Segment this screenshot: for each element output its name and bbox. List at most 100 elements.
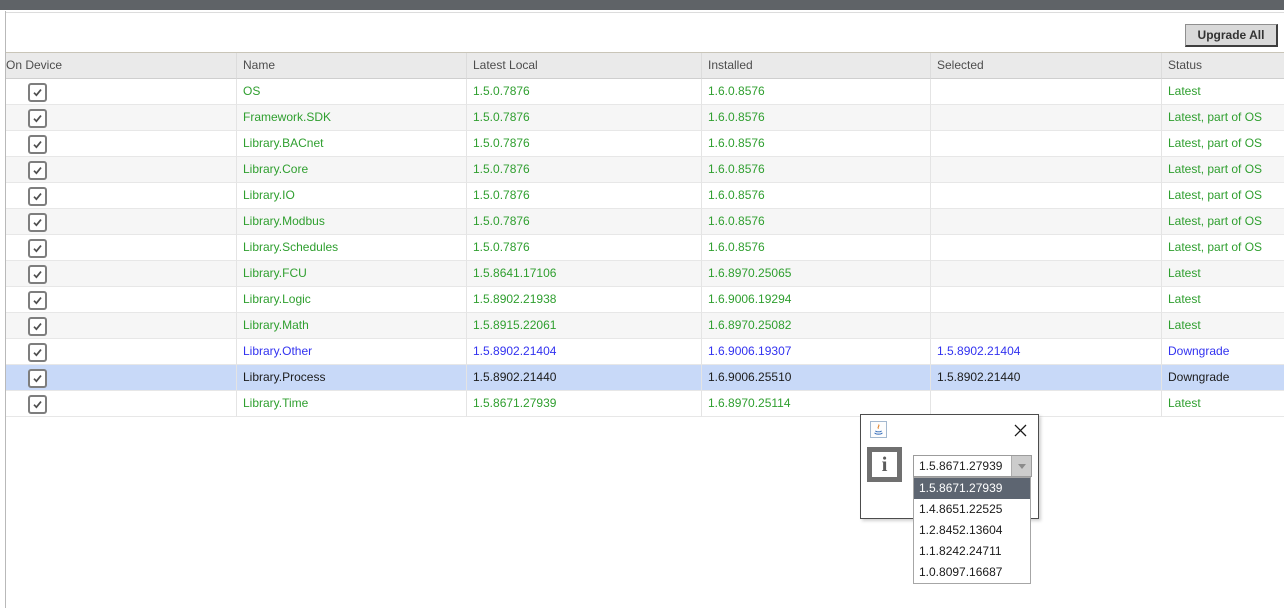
version-option[interactable]: 1.0.8097.16687: [914, 562, 1030, 583]
on-device-checkbox[interactable]: [28, 291, 47, 310]
cell-latest-local: 1.5.8915.22061: [467, 313, 702, 339]
table-row-library-fcu[interactable]: Library.FCU1.5.8641.171061.6.8970.25065L…: [6, 261, 1284, 287]
column-header-latest-local: Latest Local: [467, 53, 702, 79]
cell-name: Library.FCU: [237, 261, 467, 287]
cell-status: Latest, part of OS: [1162, 183, 1284, 209]
on-device-cell: [6, 391, 237, 417]
cell-selected: [931, 79, 1162, 105]
on-device-checkbox[interactable]: [28, 317, 47, 336]
table-body: OS1.5.0.78761.6.0.8576LatestFramework.SD…: [6, 79, 1284, 417]
cell-name: Library.BACnet: [237, 131, 467, 157]
cell-name: OS: [237, 79, 467, 105]
table-row-library-bacnet[interactable]: Library.BACnet1.5.0.78761.6.0.8576Latest…: [6, 131, 1284, 157]
table-row-library-modbus[interactable]: Library.Modbus1.5.0.78761.6.0.8576 Latest…: [6, 209, 1284, 235]
cell-selected: [931, 183, 1162, 209]
on-device-checkbox[interactable]: [28, 213, 47, 232]
cell-selected: [931, 261, 1162, 287]
table-row-library-time[interactable]: Library.Time1.5.8671.279391.6.8970.25114…: [6, 391, 1284, 417]
table-row-library-core[interactable]: Library.Core1.5.0.78761.6.0.8576Latest, …: [6, 157, 1284, 183]
cell-selected: [931, 157, 1162, 183]
on-device-cell: [6, 131, 237, 157]
version-dropdown-list: 1.5.8671.279391.4.8651.225251.2.8452.136…: [913, 477, 1031, 584]
on-device-checkbox[interactable]: [28, 265, 47, 284]
table-row-library-math[interactable]: Library.Math1.5.8915.220611.6.8970.25082…: [6, 313, 1284, 339]
on-device-checkbox[interactable]: [28, 187, 47, 206]
cell-latest-local: 1.5.0.7876: [467, 105, 702, 131]
on-device-cell: [6, 235, 237, 261]
on-device-cell: [6, 287, 237, 313]
cell-status: Latest: [1162, 313, 1284, 339]
table-row-os[interactable]: OS1.5.0.78761.6.0.8576Latest: [6, 79, 1284, 105]
cell-latest-local: 1.5.0.7876: [467, 235, 702, 261]
version-combobox[interactable]: 1.5.8671.27939: [913, 455, 1032, 477]
cell-name: Library.Other: [237, 339, 467, 365]
cell-latest-local: 1.5.0.7876: [467, 183, 702, 209]
version-option[interactable]: 1.1.8242.24711: [914, 541, 1030, 562]
cell-installed: 1.6.0.8576: [702, 131, 931, 157]
cell-status: Downgrade: [1162, 365, 1284, 391]
on-device-checkbox[interactable]: [28, 343, 47, 362]
cell-installed: 1.6.9006.25510: [702, 365, 931, 391]
cell-status: Latest, part of OS: [1162, 209, 1284, 235]
cell-name: Library.Schedules: [237, 235, 467, 261]
on-device-checkbox[interactable]: [28, 135, 47, 154]
table-row-framework-sdk[interactable]: Framework.SDK1.5.0.78761.6.0.8576 Latest,…: [6, 105, 1284, 131]
cell-name: Library.Time: [237, 391, 467, 417]
version-option[interactable]: 1.2.8452.13604: [914, 520, 1030, 541]
cell-status: Latest, part of OS: [1162, 105, 1284, 131]
chevron-down-icon[interactable]: [1011, 456, 1031, 476]
cell-installed: 1.6.8970.25065: [702, 261, 931, 287]
table-row-library-schedules[interactable]: Library.Schedules1.5.0.78761.6.0.8576Lat…: [6, 235, 1284, 261]
on-device-checkbox[interactable]: [28, 161, 47, 180]
version-option[interactable]: 1.4.8651.22525: [914, 499, 1030, 520]
column-header-status: Status: [1162, 53, 1284, 79]
cell-selected: [931, 313, 1162, 339]
on-device-cell: [6, 209, 237, 235]
cell-latest-local: 1.5.8902.21938: [467, 287, 702, 313]
column-header-installed: Installed: [702, 53, 931, 79]
close-icon[interactable]: [1013, 423, 1028, 438]
on-device-cell: [6, 261, 237, 287]
cell-name: Library.Modbus: [237, 209, 467, 235]
on-device-cell: [6, 105, 237, 131]
cell-installed: 1.6.0.8576: [702, 157, 931, 183]
on-device-checkbox[interactable]: [28, 83, 47, 102]
on-device-checkbox[interactable]: [28, 109, 47, 128]
table-header: On DeviceNameLatest LocalInstalledSelect…: [6, 53, 1284, 79]
on-device-checkbox[interactable]: [28, 239, 47, 258]
cell-name: Library.Math: [237, 313, 467, 339]
cell-installed: 1.6.0.8576: [702, 105, 931, 131]
version-option[interactable]: 1.5.8671.27939: [914, 478, 1030, 499]
combobox-value: 1.5.8671.27939: [919, 456, 1002, 476]
cell-status: Latest: [1162, 287, 1284, 313]
upgrade-all-button[interactable]: Upgrade All: [1185, 24, 1278, 47]
cell-latest-local: 1.5.8902.21440: [467, 365, 702, 391]
cell-status: Latest: [1162, 261, 1284, 287]
table-row-library-io[interactable]: Library.IO1.5.0.78761.6.0.8576Latest, pa…: [6, 183, 1284, 209]
column-header-name: Name: [237, 53, 467, 79]
cell-status: Latest: [1162, 79, 1284, 105]
top-bar: [0, 0, 1284, 10]
on-device-cell: [6, 365, 237, 391]
packages-table: On DeviceNameLatest LocalInstalledSelect…: [6, 52, 1284, 417]
table-row-library-process[interactable]: Library.Process1.5.8902.214401.6.9006.25…: [6, 365, 1284, 391]
cell-installed: 1.6.0.8576: [702, 209, 931, 235]
table-row-library-other[interactable]: Library.Other1.5.8902.214041.6.9006.1930…: [6, 339, 1284, 365]
cell-installed: 1.6.9006.19294: [702, 287, 931, 313]
on-device-checkbox[interactable]: [28, 395, 47, 414]
cell-latest-local: 1.5.0.7876: [467, 209, 702, 235]
cell-installed: 1.6.0.8576: [702, 79, 931, 105]
cell-selected: [931, 105, 1162, 131]
cell-selected: [931, 131, 1162, 157]
column-header-on-device: On Device: [6, 53, 237, 79]
cell-selected: 1.5.8902.21404: [931, 339, 1162, 365]
cell-installed: 1.6.0.8576: [702, 235, 931, 261]
on-device-checkbox[interactable]: [28, 369, 47, 388]
cell-latest-local: 1.5.8671.27939: [467, 391, 702, 417]
cell-name: Library.Core: [237, 157, 467, 183]
on-device-cell: [6, 79, 237, 105]
on-device-cell: [6, 157, 237, 183]
cell-name: Framework.SDK: [237, 105, 467, 131]
on-device-cell: [6, 313, 237, 339]
table-row-library-logic[interactable]: Library.Logic1.5.8902.219381.6.9006.1929…: [6, 287, 1284, 313]
